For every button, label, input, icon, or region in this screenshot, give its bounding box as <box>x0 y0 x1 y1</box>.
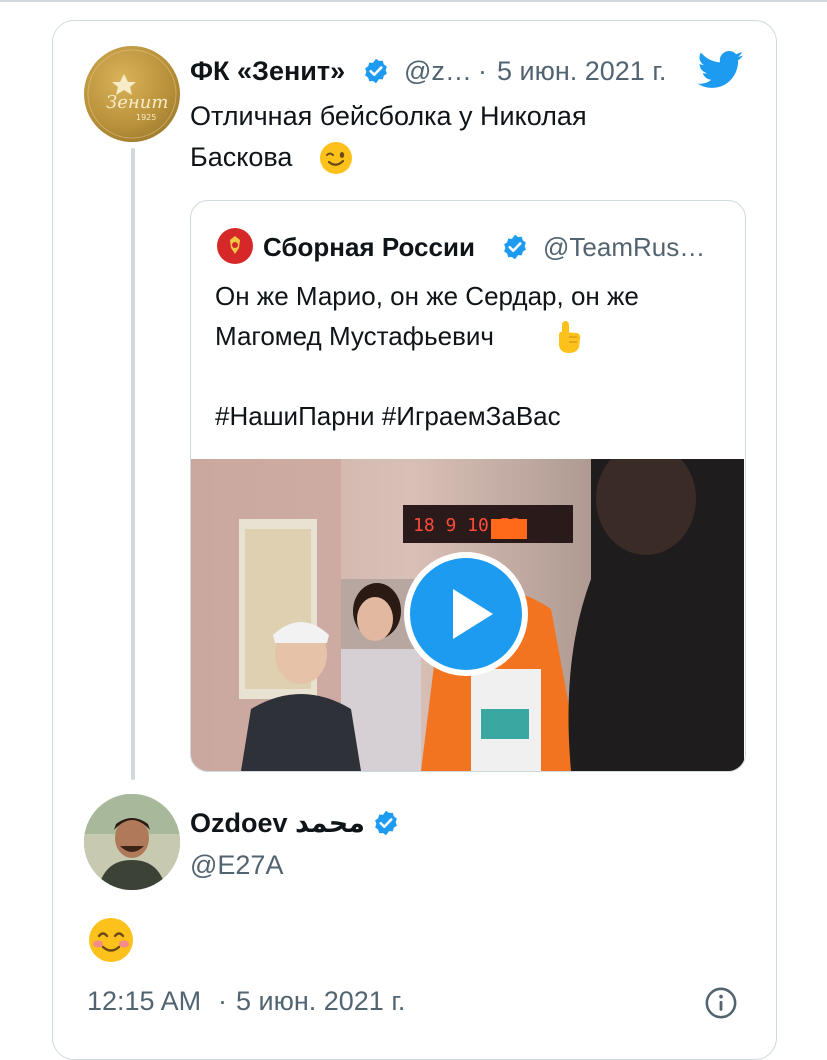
team-russia-avatar[interactable] <box>217 228 253 264</box>
top-divider <box>0 0 827 2</box>
ozdoev-photo <box>84 794 180 890</box>
quoted-verified-badge-icon <box>504 234 526 260</box>
svg-text:1925: 1925 <box>136 113 156 122</box>
quoted-text-line-1: Он же Марио, он же Сердар, он же <box>215 281 639 311</box>
tweet-author-name[interactable]: ФК «Зенит» <box>190 56 345 87</box>
header-separator: · <box>478 56 487 86</box>
zenit-avatar[interactable]: Зенит 1925 <box>84 46 180 142</box>
winking-face-icon <box>320 142 352 174</box>
video-thumbnail[interactable]: 18 9 10 52 <box>191 459 744 771</box>
quoted-text-line-2: Магомед Мустафьевич <box>215 321 494 351</box>
ozdoev-avatar[interactable] <box>84 794 180 890</box>
tweet-date[interactable]: 5 июн. 2021 г. <box>497 56 666 87</box>
thread-connector-line <box>131 148 135 780</box>
tweet-text-line-2: Баскова <box>190 142 293 172</box>
quoted-hashtags[interactable]: #НашиПарни #ИграемЗаВас <box>215 395 561 437</box>
reply-author-handle[interactable]: @E27A <box>190 850 283 881</box>
info-icon[interactable] <box>704 986 738 1020</box>
tweet-author-handle[interactable]: @z… <box>404 56 472 87</box>
verified-badge-icon <box>365 58 387 84</box>
tweet-text-line-1: Отличная бейсболка у Николая <box>190 101 587 131</box>
reply-verified-badge-icon <box>375 810 397 836</box>
reply-date[interactable]: 5 июн. 2021 г. <box>236 986 405 1017</box>
svg-text:Зенит: Зенит <box>106 92 168 113</box>
quoted-tweet-card[interactable]: Сборная России @TeamRus… Он же Марио, он… <box>190 200 746 772</box>
quoted-author-name[interactable]: Сборная России <box>263 232 475 263</box>
pointing-up-icon <box>559 321 581 353</box>
smiling-face-with-blush-icon <box>89 918 133 962</box>
twitter-bird-icon[interactable] <box>698 50 744 90</box>
zenit-logo-icon: Зенит 1925 <box>87 49 177 139</box>
reply-time[interactable]: 12:15 AM <box>87 986 201 1017</box>
quoted-author-handle[interactable]: @TeamRus… <box>543 232 705 263</box>
reply-author-name[interactable]: Ozdoev محمد <box>190 808 365 839</box>
play-button-icon[interactable] <box>401 549 531 679</box>
footer-separator: · <box>218 986 227 1016</box>
